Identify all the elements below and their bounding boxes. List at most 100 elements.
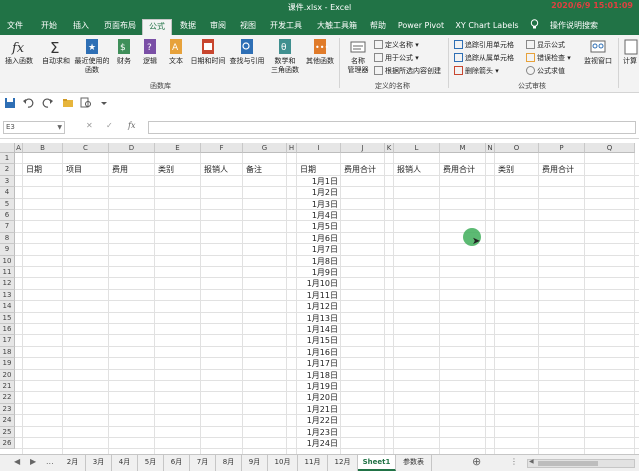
column-header-k[interactable]: K	[385, 143, 394, 153]
sheet-nav-more[interactable]: ...	[46, 457, 54, 466]
tab-toolbox[interactable]: 大触工具箱	[312, 19, 362, 35]
date-cell[interactable]: 1月7日	[297, 244, 338, 255]
select-all-corner[interactable]	[0, 143, 15, 153]
row-header-18[interactable]: 18	[0, 346, 15, 359]
date-cell[interactable]: 1月1日	[297, 176, 338, 187]
row-header-25[interactable]: 25	[0, 426, 15, 438]
sheet-options-icon[interactable]: ⋮	[510, 457, 518, 466]
row-header-3[interactable]: 3	[0, 175, 15, 188]
date-cell[interactable]: 1月17日	[297, 358, 338, 369]
row-header-14[interactable]: 14	[0, 301, 15, 313]
row-header-13[interactable]: 13	[0, 289, 15, 302]
redo-icon[interactable]	[42, 97, 54, 109]
sheet-tab[interactable]: 9月	[242, 455, 268, 471]
open-folder-icon[interactable]	[62, 97, 74, 109]
chevron-down-icon[interactable]: ▼	[57, 122, 62, 133]
row-header-1[interactable]: 1	[0, 153, 15, 165]
date-cell[interactable]: 1月4日	[297, 210, 338, 221]
tab-view[interactable]: 视图	[236, 19, 260, 35]
create-from-selection-button[interactable]: 根据所选内容创建	[374, 66, 441, 77]
sheet-tab[interactable]: 参数表	[396, 455, 432, 471]
tab-formulas[interactable]: 公式	[142, 19, 172, 35]
horizontal-scrollbar[interactable]: ◀	[527, 458, 635, 468]
fx-icon[interactable]: fx	[128, 121, 135, 130]
insert-function-button[interactable]: fx 插入函数	[3, 38, 35, 66]
row-header-15[interactable]: 15	[0, 312, 15, 324]
recently-used-button[interactable]: ★ 最近使用的 函数	[74, 38, 110, 75]
header-cell-o2[interactable]: 类别	[498, 164, 514, 175]
sheet-tab[interactable]: 5月	[138, 455, 164, 471]
cancel-icon[interactable]: ✕	[86, 121, 93, 130]
sheet-tab[interactable]: Sheet1	[358, 455, 396, 471]
header-cell-d2[interactable]: 费用	[112, 164, 128, 175]
sheet-tab[interactable]: 4月	[112, 455, 138, 471]
calculation-options-button[interactable]: 计算	[622, 38, 638, 66]
lightbulb-icon[interactable]	[528, 19, 540, 35]
row-header-22[interactable]: 22	[0, 392, 15, 404]
column-header-m[interactable]: M	[440, 143, 486, 153]
tab-insert[interactable]: 插入	[68, 19, 94, 35]
add-sheet-button[interactable]: ⊕	[472, 455, 481, 468]
sheet-nav-prev[interactable]: ◀	[14, 457, 20, 466]
tab-power-pivot[interactable]: Power Pivot	[396, 19, 446, 35]
trace-precedents-button[interactable]: 追踪引用单元格	[454, 40, 514, 51]
lookup-button[interactable]: 查找与引用	[228, 38, 266, 66]
sheet-nav-next[interactable]: ▶	[30, 457, 36, 466]
header-cell-m2[interactable]: 费用合计	[443, 164, 475, 175]
financial-button[interactable]: $ 财务	[112, 38, 136, 66]
show-formulas-button[interactable]: 显示公式	[526, 40, 565, 51]
date-cell[interactable]: 1月3日	[297, 199, 338, 210]
tab-developer[interactable]: 开发工具	[266, 19, 306, 35]
name-manager-button[interactable]: 名称 管理器	[344, 38, 372, 75]
column-header-l[interactable]: L	[394, 143, 440, 153]
remove-arrows-button[interactable]: 删除箭头 ▾	[454, 66, 499, 77]
date-cell[interactable]: 1月23日	[297, 427, 338, 438]
logical-button[interactable]: ? 逻辑	[138, 38, 162, 66]
define-name-button[interactable]: 定义名称 ▾	[374, 40, 419, 51]
date-cell[interactable]: 1月22日	[297, 415, 338, 426]
column-header-p[interactable]: P	[539, 143, 585, 153]
sheet-tab[interactable]: 10月	[268, 455, 298, 471]
tell-me-search[interactable]: 操作说明搜索	[542, 19, 606, 35]
header-cell-g2[interactable]: 备注	[246, 164, 262, 175]
date-cell[interactable]: 1月16日	[297, 347, 338, 358]
row-header-17[interactable]: 17	[0, 335, 15, 347]
column-header-a[interactable]: A	[15, 143, 23, 153]
tab-home[interactable]: 开始	[36, 19, 62, 35]
tab-help[interactable]: 帮助	[366, 19, 390, 35]
column-header-e[interactable]: E	[155, 143, 201, 153]
header-cell-i2[interactable]: 日期	[300, 164, 316, 175]
column-header-i[interactable]: I	[297, 143, 341, 153]
text-button[interactable]: A 文本	[164, 38, 188, 66]
date-cell[interactable]: 1月5日	[297, 221, 338, 232]
date-cell[interactable]: 1月24日	[297, 438, 338, 449]
evaluate-formula-button[interactable]: 公式求值	[526, 66, 565, 77]
datetime-button[interactable]: 日期和时间	[190, 38, 226, 66]
row-header-4[interactable]: 4	[0, 187, 15, 199]
header-cell-l2[interactable]: 报销人	[397, 164, 421, 175]
column-header-d[interactable]: D	[109, 143, 155, 153]
row-header-19[interactable]: 19	[0, 358, 15, 370]
header-cell-c2[interactable]: 项目	[66, 164, 82, 175]
column-header-g[interactable]: G	[243, 143, 287, 153]
use-in-formula-button[interactable]: 用于公式 ▾	[374, 53, 419, 64]
date-cell[interactable]: 1月15日	[297, 335, 338, 346]
header-cell-b2[interactable]: 日期	[26, 164, 42, 175]
row-header-5[interactable]: 5	[0, 198, 15, 210]
row-header-7[interactable]: 7	[0, 221, 15, 233]
formula-input[interactable]	[148, 121, 636, 134]
tab-file[interactable]: 文件	[4, 19, 26, 35]
error-checking-button[interactable]: 错误检查 ▾	[526, 53, 571, 64]
row-header-10[interactable]: 10	[0, 255, 15, 267]
date-cell[interactable]: 1月20日	[297, 392, 338, 403]
tab-data[interactable]: 数据	[176, 19, 200, 35]
row-header-11[interactable]: 11	[0, 267, 15, 279]
undo-icon[interactable]	[22, 97, 34, 109]
date-cell[interactable]: 1月11日	[297, 290, 338, 301]
row-header-2[interactable]: 2	[0, 164, 15, 176]
header-cell-f2[interactable]: 报销人	[204, 164, 228, 175]
date-cell[interactable]: 1月19日	[297, 381, 338, 392]
row-header-26[interactable]: 26	[0, 438, 15, 450]
row-header-12[interactable]: 12	[0, 278, 15, 290]
column-header-q[interactable]: Q	[585, 143, 635, 153]
